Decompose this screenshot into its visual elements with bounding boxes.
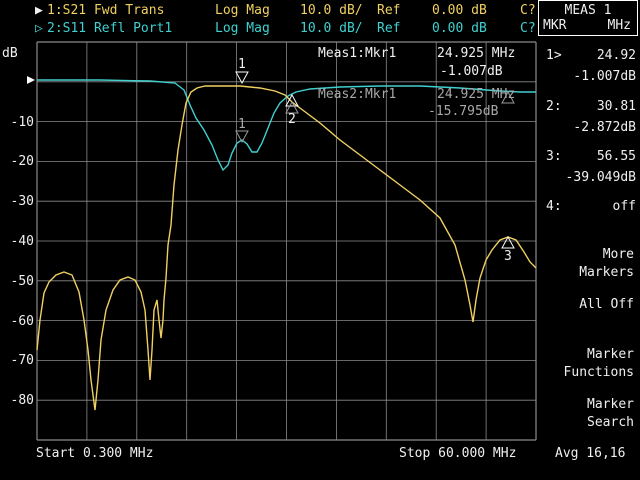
meas2-value: -15.795dB [428,104,499,119]
trace2-indicator-icon: ▷ [35,21,43,36]
marker-1-label: 1 [238,57,246,72]
marker-2-value: -2.872dB [573,120,636,135]
y-tick-label: -70 [10,353,34,369]
trace1-active-indicator-icon: ▶ [35,3,43,18]
meas-box-title: MEAS 1 [564,3,612,18]
trace2-ref-label: Ref [377,21,401,36]
start-frequency[interactable]: Start 0.300 MHz [36,446,153,461]
trace2-label[interactable]: 2:S11 Refl Port1 [47,21,172,36]
meas2-freq: 24.925 MHz [437,87,516,102]
y-tick-label: -40 [10,234,34,249]
softkey-marker-functions[interactable]: Marker Functions [564,346,634,382]
softkey-marker-functions-line2: Functions [563,365,634,380]
marker-2-id: 2: [546,99,562,114]
softkey-marker-search-line2: Search [587,415,634,430]
softkey-marker-functions-line1: Marker [587,347,634,362]
marker-4-freq: off [612,199,636,214]
marker-2-freq: 30.81 [596,99,636,114]
reference-level-arrow-icon [27,76,35,84]
marker-1-s11-label: 1 [238,117,246,132]
softkey-marker-search[interactable]: Marker Search [587,396,634,432]
trace2-ref-value[interactable]: 0.00 dB [432,21,487,36]
meas1-value: -1.007dB [440,64,503,79]
meas1-label: Meas1:Mkr1 [318,46,397,61]
trace1-ref-value[interactable]: 0.00 dB [432,3,487,18]
marker-4-id: 4: [546,199,562,214]
softkey-more-markers[interactable]: More Markers [579,246,634,282]
trace2-format[interactable]: Log Mag [215,21,270,36]
y-tick-label: -10 [10,114,34,130]
meas-box-right: MHz [607,18,631,33]
display-screen [27,41,537,441]
marker-1-value: -1.007dB [573,69,636,84]
trace2-cal-flag: C? [520,21,536,36]
marker-3-freq: 56.55 [596,149,636,164]
trace1-ref-label: Ref [377,3,401,18]
trace1-cal-flag: C? [520,3,536,18]
meas2-label: Meas2:Mkr1 [318,87,397,102]
trace1-format[interactable]: Log Mag [215,3,270,18]
y-tick-label: -60 [10,313,34,329]
marker-3-id: 3: [546,149,562,164]
softkey-more-markers-line2: Markers [579,265,634,280]
y-tick-label: -20 [10,154,34,170]
trace2-scale[interactable]: 10.0 dB/ [300,21,363,36]
marker-3-value: -39.049dB [565,170,636,185]
trace1-label[interactable]: 1:S21 Fwd Trans [47,3,164,18]
marker-1-freq: 24.92 [596,48,636,63]
y-tick-label: -80 [10,393,34,409]
averaging-status[interactable]: Avg 16,16 [555,446,625,461]
y-unit-label: dB [2,46,18,61]
marker-3-label: 3 [504,249,512,264]
marker-2-label: 2 [288,112,296,127]
marker-1-id: 1> [546,48,562,63]
trace1-scale[interactable]: 10.0 dB/ [300,3,363,18]
stop-frequency[interactable]: Stop 60.000 MHz [399,446,516,461]
meas1-freq: 24.925 MHz [437,46,516,61]
y-tick-label: -30 [10,194,34,210]
meas-box: MEAS 1 MKR MHz [538,0,638,36]
softkey-more-markers-line1: More [602,247,634,262]
softkey-marker-search-line1: Marker [587,397,634,412]
softkey-all-off-label: All Off [579,297,634,312]
meas-box-left: MKR [543,18,567,33]
y-tick-label: -50 [10,273,34,289]
marker-1-s21-icon [235,71,249,85]
softkey-all-off[interactable]: All Off [579,296,634,314]
